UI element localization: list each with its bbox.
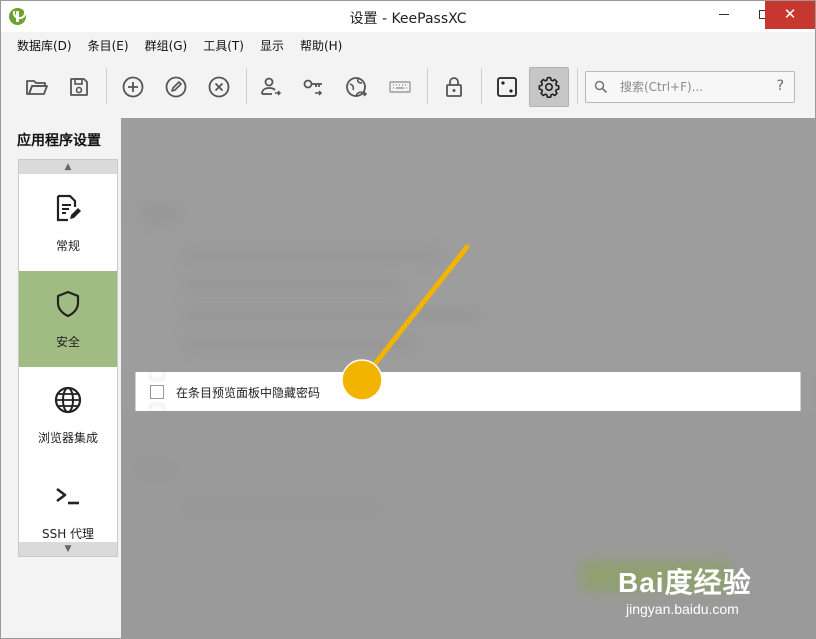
globe-icon [346,77,368,97]
edit-entry-button[interactable] [156,67,196,107]
sidebar-item-label: 安全 [55,335,80,349]
window-title: 设置 - KeePassXC [349,11,467,27]
scroll-up-button[interactable]: ▲ [19,160,117,174]
open-url-button[interactable] [337,67,377,107]
sidebar-item-browser-integration[interactable]: 浏览器集成 [19,367,117,463]
search-help-icon[interactable]: ? [777,78,784,94]
settings-window: 设置 - KeePassXC ✕ 数据库(D) 条目(E) 群组(G) 工具(T… [0,0,816,639]
close-button[interactable]: ✕ [765,1,815,29]
save-database-button[interactable] [59,67,99,107]
lock-database-button[interactable] [434,67,474,107]
sidebar-item-label: SSH 代理 [41,527,95,541]
toolbar-separator [106,68,107,104]
toolbar: ? [11,64,807,110]
delete-entry-button[interactable] [199,67,239,107]
menu-bar: 数据库(D) 条目(E) 群组(G) 工具(T) 显示 帮助(H) [9,36,350,56]
autotype-button[interactable] [380,67,420,107]
toolbar-separator [427,68,428,104]
lock-icon [446,77,462,97]
settings-button[interactable] [529,67,569,107]
search-input[interactable] [620,78,760,96]
hide-password-preview-label: 在条目预览面板中隐藏密码 [176,385,321,400]
sidebar-item-label: 常规 [55,239,80,253]
hide-password-preview-option[interactable]: 在条目预览面板中隐藏密码 [150,383,320,401]
globe-icon [53,385,83,415]
faded-option-row [150,372,176,382]
baidu-jingyan-watermark: Bai度经验 jingyan.baidu.com [618,561,808,623]
minimize-icon [719,13,729,15]
menu-help[interactable]: 帮助(H) [292,36,350,56]
user-copy-icon [261,77,282,96]
watermark-url: jingyan.baidu.com [626,601,739,617]
menu-database[interactable]: 数据库(D) [9,36,80,56]
key-icon [303,79,323,96]
copy-username-button[interactable] [251,67,291,107]
hide-password-preview-checkbox[interactable] [150,385,164,399]
pencil-circle-icon [165,76,187,98]
sidebar-item-security[interactable]: 安全 [19,271,117,367]
x-circle-icon [208,76,230,98]
document-edit-icon [53,193,83,223]
plus-circle-icon [122,76,144,98]
checkbox [150,372,164,380]
save-icon [70,78,88,96]
keyboard-icon [389,81,411,93]
settings-category-list: ▲ 常规 安全 浏览器集成 SSH 代理 ▼ [18,159,118,557]
sidebar-title: 应用程序设置 [17,133,101,149]
menu-groups[interactable]: 群组(G) [137,36,196,56]
folder-open-icon [26,80,48,95]
search-icon [594,80,608,94]
title-bar: 设置 - KeePassXC ✕ [1,1,815,32]
add-entry-button[interactable] [113,67,153,107]
shield-icon [53,289,83,319]
search-box[interactable]: ? [585,71,795,103]
sidebar-item-label: 浏览器集成 [37,431,98,445]
password-generator-button[interactable] [487,67,527,107]
copy-password-button[interactable] [294,67,334,107]
menu-tools[interactable]: 工具(T) [195,36,252,56]
sidebar-item-ssh-agent[interactable]: SSH 代理 [19,463,117,543]
gear-icon [538,76,560,98]
scroll-down-button[interactable]: ▼ [19,542,117,556]
open-database-button[interactable] [17,67,57,107]
toolbar-separator [577,68,578,104]
checkbox [150,404,164,411]
faded-option-row [150,402,176,411]
settings-content: 在条目预览面板中隐藏密码 [121,118,815,638]
watermark-brand: Bai度经验 [618,567,752,598]
menu-entries[interactable]: 条目(E) [80,36,137,56]
toolbar-separator [481,68,482,104]
terminal-icon [53,481,83,511]
toolbar-separator [246,68,247,104]
blurred-overlay-top [121,118,815,372]
menu-view[interactable]: 显示 [252,36,292,56]
dice-icon [497,77,517,97]
sidebar-item-general[interactable]: 常规 [19,175,117,271]
security-options-strip: 在条目预览面板中隐藏密码 [135,372,801,411]
